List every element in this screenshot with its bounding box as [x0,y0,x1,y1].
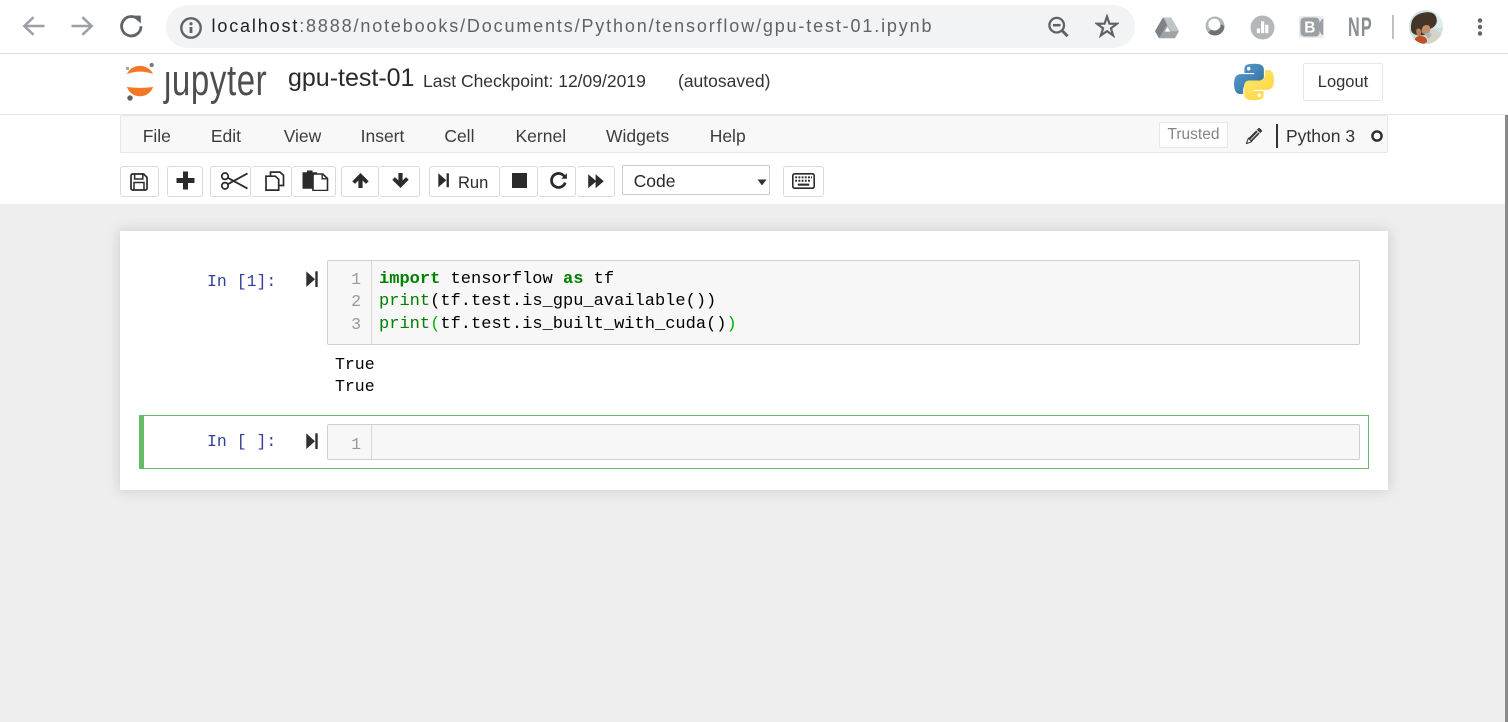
svg-text:B: B [1304,20,1315,37]
